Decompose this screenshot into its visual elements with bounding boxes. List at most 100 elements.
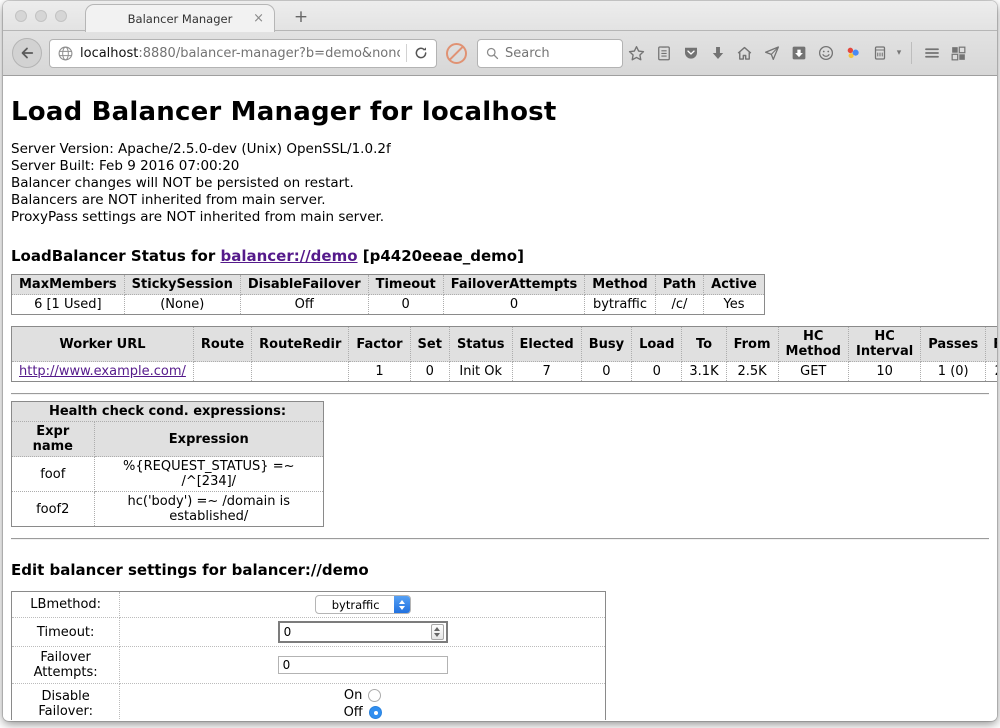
download-arrow-icon	[709, 44, 727, 62]
worker-status-table: Worker URL Route RouteRedir Factor Set S…	[11, 326, 997, 382]
star-icon	[627, 44, 646, 63]
edit-balancer-form: LBmethod: bytraffic Timeout:	[11, 591, 606, 720]
back-button[interactable]	[12, 38, 42, 68]
menu-button[interactable]	[918, 40, 945, 66]
tab-title: Balancer Manager	[128, 12, 233, 26]
col-stickysession: StickySession	[124, 275, 240, 295]
col-maxmembers: MaxMembers	[12, 275, 125, 295]
navigation-toolbar: localhost:8880/balancer-manager?b=demo&n…	[3, 31, 997, 76]
table-header-row: Worker URL Route RouteRedir Factor Set S…	[12, 327, 998, 362]
share-button[interactable]	[758, 40, 785, 66]
tab-groups-button[interactable]	[945, 40, 972, 66]
downloads-button[interactable]	[704, 40, 731, 66]
home-button[interactable]	[731, 40, 758, 66]
new-tab-button[interactable]: +	[289, 7, 313, 27]
container-icon	[871, 44, 889, 62]
hamburger-icon	[922, 44, 942, 62]
table-header-row: MaxMembers StickySession DisableFailover…	[12, 275, 765, 295]
col-failoverattempts: FailoverAttempts	[443, 275, 585, 295]
feedback-button[interactable]	[812, 40, 839, 66]
form-row-disable-failover: Disable Failover: On Off	[12, 684, 606, 721]
table-row: foof %{REQUEST_STATUS} =~ /^[234]/	[12, 457, 324, 492]
screenshot-stage: Balancer Manager × + localhost:8880/bala…	[0, 0, 1000, 728]
server-version: Server Version: Apache/2.5.0-dev (Unix) …	[11, 141, 989, 158]
select-stepper-icon	[394, 595, 410, 614]
bookmark-button[interactable]	[623, 40, 650, 66]
search-icon	[485, 46, 500, 61]
divider	[11, 538, 989, 540]
pocket-button[interactable]	[677, 40, 704, 66]
tab-close-icon[interactable]: ×	[253, 12, 264, 25]
edit-balancer-heading: Edit balancer settings for balancer://de…	[11, 561, 989, 579]
worker-url-link[interactable]: http://www.example.com/	[19, 364, 186, 379]
server-info: Server Version: Apache/2.5.0-dev (Unix) …	[11, 141, 989, 226]
color-dots-icon	[844, 44, 862, 62]
loadbalancer-status-heading: LoadBalancer Status for balancer://demo …	[11, 247, 989, 265]
colors-extension-button[interactable]	[839, 40, 866, 66]
search-input[interactable]	[505, 46, 605, 61]
table-title-row: Health check cond. expressions:	[12, 402, 324, 422]
pocket-icon	[682, 44, 700, 62]
health-table-title: Health check cond. expressions:	[12, 402, 324, 422]
server-built: Server Built: Feb 9 2016 07:00:20	[11, 158, 989, 175]
traffic-lights	[15, 10, 67, 22]
disable-failover-on-radio[interactable]	[368, 689, 381, 702]
notice-persist: Balancer changes will NOT be persisted o…	[11, 175, 989, 192]
table-row: http://www.example.com/ 1 0 Init Ok 7 0 …	[12, 362, 998, 382]
timeout-input-wrap	[278, 621, 448, 643]
urlbar-divider	[406, 44, 407, 62]
clipboard-icon	[655, 44, 673, 62]
table-row: foof2 hc('body') =~ /domain is establish…	[12, 492, 324, 527]
panel-download-button[interactable]	[785, 40, 812, 66]
browser-tab[interactable]: Balancer Manager ×	[85, 4, 275, 32]
balancer-status-table: MaxMembers StickySession DisableFailover…	[11, 274, 765, 315]
col-disablefailover: DisableFailover	[240, 275, 368, 295]
content-blocked-icon[interactable]	[446, 43, 467, 64]
balancer-demo-link[interactable]: balancer://demo	[220, 247, 357, 265]
col-active: Active	[704, 275, 765, 295]
container-tab-button[interactable]	[866, 40, 893, 66]
close-window-button[interactable]	[15, 10, 27, 22]
radio-on-label: On	[344, 688, 362, 703]
paper-plane-icon	[763, 44, 781, 62]
failover-attempts-label: Failover Attempts:	[12, 647, 120, 684]
reading-list-button[interactable]	[650, 40, 677, 66]
form-row-timeout: Timeout:	[12, 618, 606, 647]
search-bar[interactable]	[477, 39, 623, 68]
lbmethod-label: LBmethod:	[12, 592, 120, 618]
url-bar[interactable]: localhost:8880/balancer-manager?b=demo&n…	[49, 39, 437, 68]
form-row-failover-attempts: Failover Attempts:	[12, 647, 606, 684]
url-input[interactable]: localhost:8880/balancer-manager?b=demo&n…	[80, 46, 400, 61]
home-icon	[735, 44, 754, 63]
disable-failover-off-radio[interactable]	[369, 706, 382, 719]
failover-attempts-input[interactable]	[278, 656, 448, 674]
window-titlebar: Balancer Manager × +	[3, 1, 997, 31]
status-prefix: LoadBalancer Status for	[11, 247, 220, 265]
panel-arrow-icon	[790, 44, 808, 62]
health-check-table: Health check cond. expressions: Expr nam…	[11, 401, 324, 527]
page-title: Load Balancer Manager for localhost	[11, 97, 989, 127]
form-row-lbmethod: LBmethod: bytraffic	[12, 592, 606, 618]
reload-icon[interactable]	[413, 45, 429, 61]
back-arrow-icon	[18, 44, 36, 62]
chevron-down-icon[interactable]: ▾	[893, 48, 905, 58]
zoom-window-button[interactable]	[55, 10, 67, 22]
divider	[11, 393, 989, 395]
table-row: 6 [1 Used] (None) Off 0 0 bytraffic /c/ …	[12, 295, 765, 315]
lbmethod-select[interactable]: bytraffic	[315, 595, 411, 614]
toolbar-separator	[911, 42, 912, 64]
notice-balancers: Balancers are NOT inherited from main se…	[11, 192, 989, 209]
minimize-window-button[interactable]	[35, 10, 47, 22]
col-path: Path	[655, 275, 703, 295]
timeout-input[interactable]	[284, 625, 431, 639]
url-path: :8880/balancer-manager?b=demo&nonce=decc…	[138, 46, 400, 61]
grid-icon	[949, 44, 968, 63]
number-spinner-icon[interactable]	[431, 624, 444, 640]
smiley-icon	[817, 44, 835, 62]
radio-off-label: Off	[344, 705, 363, 720]
lbmethod-selected-value: bytraffic	[316, 598, 394, 612]
col-method: Method	[585, 275, 655, 295]
disable-failover-label: Disable Failover:	[12, 684, 120, 721]
timeout-label: Timeout:	[12, 618, 120, 647]
col-timeout: Timeout	[368, 275, 443, 295]
